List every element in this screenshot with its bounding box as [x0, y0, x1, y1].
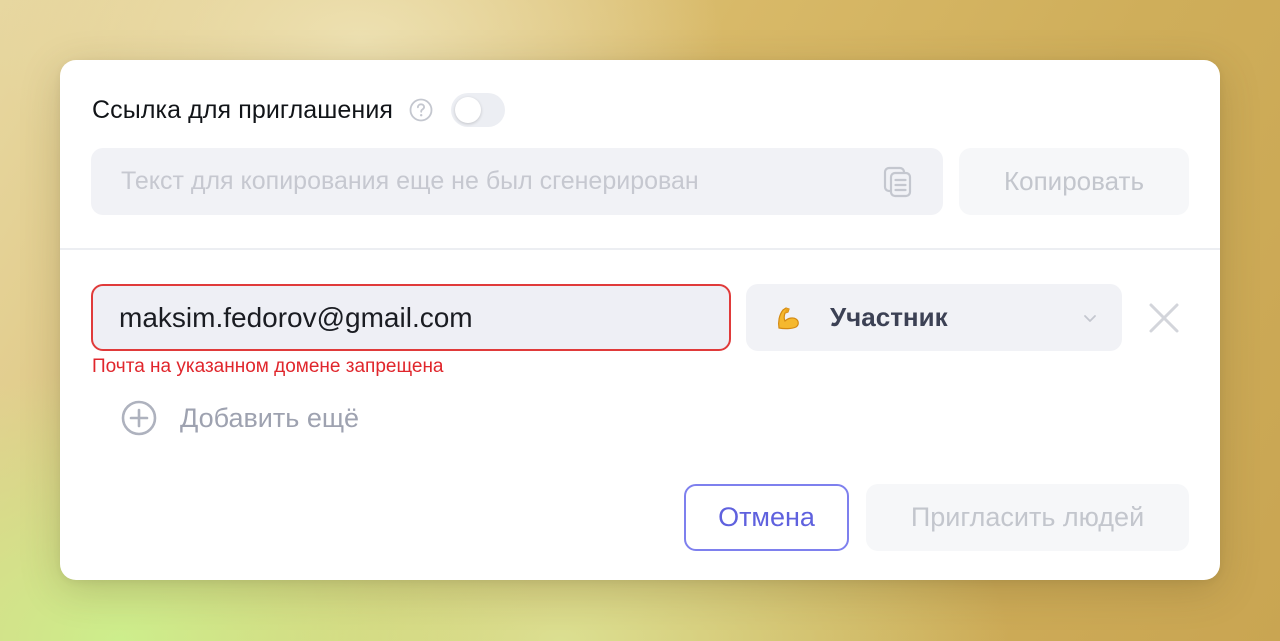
chevron-down-icon: [1082, 310, 1098, 326]
invite-link-field[interactable]: Текст для копирования еще не был сгенери…: [91, 148, 943, 215]
invite-link-title: Ссылка для приглашения: [92, 95, 394, 124]
add-more-label: Добавить ещё: [180, 402, 360, 433]
role-select[interactable]: Участник: [746, 284, 1122, 351]
invite-people-button[interactable]: Пригласить людей: [866, 484, 1189, 551]
invite-link-placeholder: Текст для копирования еще не был сгенери…: [121, 167, 699, 195]
invite-link-toggle[interactable]: [451, 93, 506, 127]
toggle-knob: [455, 97, 482, 123]
invite-dialog: Ссылка для приглашения Текст для копиров…: [60, 60, 1220, 580]
plus-circle-icon: [120, 399, 158, 437]
email-error-message: Почта на указанном домене запрещена: [92, 356, 444, 377]
add-more-button[interactable]: Добавить ещё: [120, 398, 359, 438]
cancel-button[interactable]: Отмена: [684, 484, 849, 551]
question-circle-icon[interactable]: [409, 98, 433, 122]
role-label: Участник: [830, 302, 948, 332]
email-input[interactable]: [91, 284, 731, 351]
invite-link-header: Ссылка для приглашения: [92, 93, 506, 127]
copy-button[interactable]: Копировать: [959, 148, 1189, 215]
flexed-biceps-icon: [774, 304, 802, 332]
close-icon[interactable]: [1146, 300, 1182, 336]
section-divider: [60, 248, 1220, 250]
copy-documents-icon[interactable]: [881, 165, 915, 199]
